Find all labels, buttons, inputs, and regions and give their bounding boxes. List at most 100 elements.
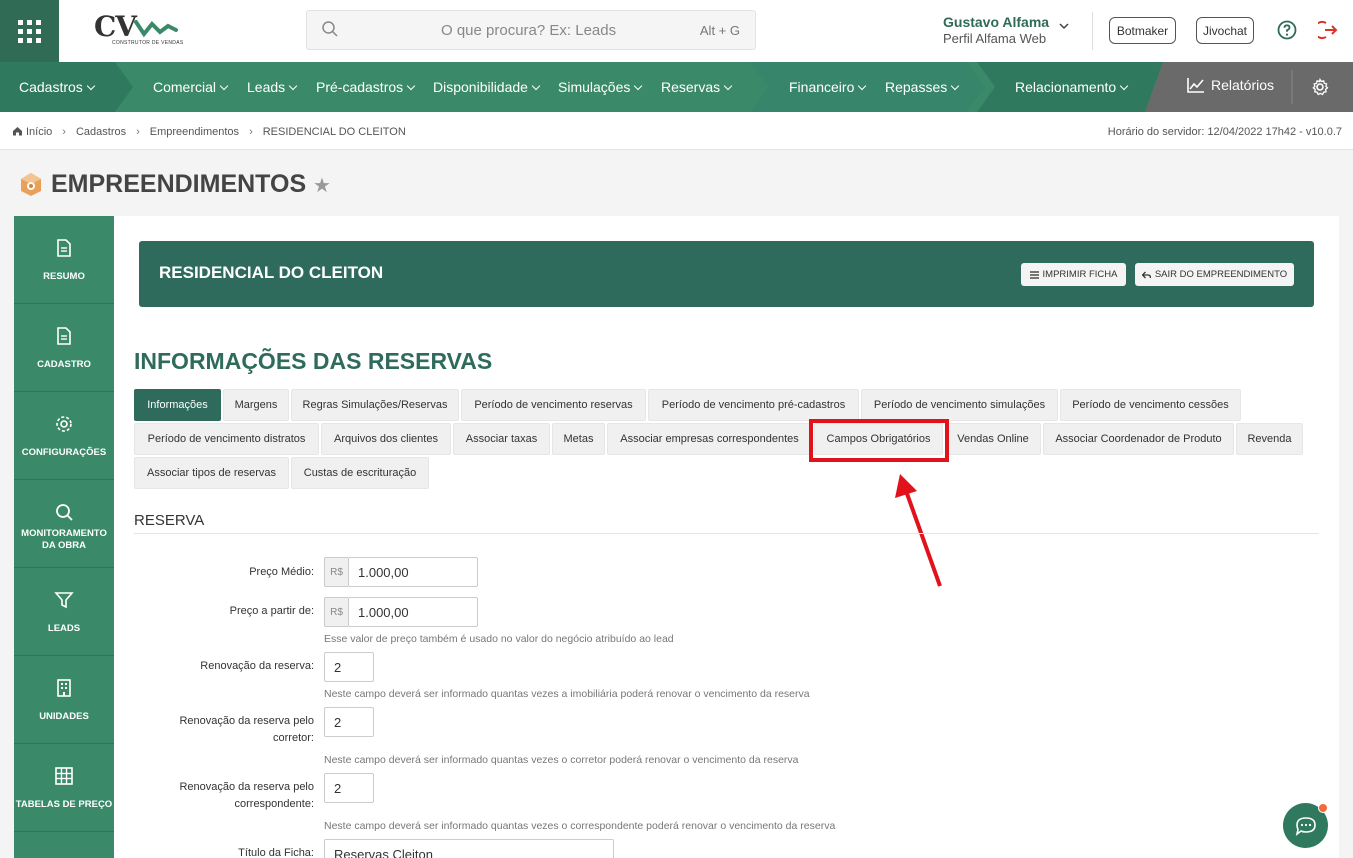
- tab-vencimento-pre-cadastros[interactable]: Período de vencimento pré-cadastros: [648, 389, 859, 421]
- chevron-down-icon: [406, 81, 416, 91]
- nav-simulacoes[interactable]: Simulações: [558, 79, 643, 95]
- renovacao-corretor-label-line2: corretor:: [273, 732, 314, 744]
- tab-informacoes[interactable]: Informações: [134, 389, 221, 421]
- chevron-down-icon: [288, 81, 298, 91]
- funnel-icon: [54, 592, 74, 609]
- help-icon[interactable]: [1277, 20, 1297, 40]
- tab-regras-simulacoes[interactable]: Regras Simulações/Reservas: [291, 389, 459, 421]
- breadcrumb-separator: ›: [136, 126, 140, 138]
- renovacao-corretor-hint: Neste campo deverá ser informado quantas…: [324, 754, 799, 766]
- botmaker-button[interactable]: Botmaker: [1109, 17, 1176, 44]
- renovacao-corretor-label: Renovação da reserva pelo corretor:: [124, 713, 314, 747]
- nav-leads[interactable]: Leads: [247, 79, 298, 95]
- tab-vencimento-cessoes[interactable]: Período de vencimento cessões: [1060, 389, 1241, 421]
- sidebar-item-label: TABELAS DE PREÇO: [15, 799, 113, 810]
- divider: [134, 533, 1319, 534]
- project-title: RESIDENCIAL DO CLEITON: [159, 263, 384, 282]
- tab-associar-taxas[interactable]: Associar taxas: [453, 423, 550, 455]
- server-time: Horário do servidor: 12/04/2022 17h42 - …: [1107, 126, 1342, 138]
- renovacao-input[interactable]: [324, 652, 374, 682]
- nav-cadastros[interactable]: Cadastros: [19, 79, 96, 95]
- sidebar-item-monitoramento[interactable]: MONITORAMENTO DA OBRA: [14, 480, 114, 568]
- renovacao-correspondente-label: Renovação da reserva pelo correspondente…: [124, 779, 314, 813]
- user-profile: Perfil Alfama Web: [943, 31, 1047, 46]
- nav-repasses[interactable]: Repasses: [885, 79, 960, 95]
- building-icon: [21, 173, 41, 196]
- tab-associar-tipos-reservas[interactable]: Associar tipos de reservas: [134, 457, 289, 489]
- sidebar-item-cadastro[interactable]: CADASTRO: [14, 304, 114, 392]
- tab-vencimento-reservas[interactable]: Período de vencimento reservas: [461, 389, 646, 421]
- tab-vencimento-simulacoes[interactable]: Período de vencimento simulações: [861, 389, 1058, 421]
- preco-partir-label: Preço a partir de:: [229, 605, 314, 617]
- tab-associar-coordenador[interactable]: Associar Coordenador de Produto: [1043, 423, 1234, 455]
- nav-disponibilidade-label: Disponibilidade: [433, 79, 528, 95]
- breadcrumb-separator: ›: [249, 126, 253, 138]
- breadcrumb: Início › Cadastros › Empreendimentos › RESIDEN…: [12, 126, 406, 138]
- tab-vendas-online[interactable]: Vendas Online: [945, 423, 1041, 455]
- preco-medio-input[interactable]: [348, 557, 478, 587]
- nav-pre-cadastros[interactable]: Pré-cadastros: [316, 79, 416, 95]
- tab-custas-escrituracao[interactable]: Custas de escrituração: [291, 457, 429, 489]
- breadcrumb-home[interactable]: Início: [26, 126, 52, 138]
- tab-arquivos-clientes[interactable]: Arquivos dos clientes: [321, 423, 451, 455]
- sidebar-item-tabelas-preco[interactable]: TABELAS DE PREÇO: [14, 744, 114, 832]
- sidebar: RESUMO CADASTRO CONFIGURAÇÕES MONITORAME…: [14, 216, 114, 858]
- tab-revenda[interactable]: Revenda: [1236, 423, 1303, 455]
- preco-partir-input[interactable]: [348, 597, 478, 627]
- sidebar-item-label: CADASTRO: [37, 359, 91, 370]
- chevron-down-icon: [531, 81, 541, 91]
- search-input[interactable]: O que procura? Ex: Leads Alt + G: [306, 10, 756, 50]
- sidebar-item-label: RESUMO: [43, 271, 85, 282]
- form-section-title: RESERVA: [134, 512, 205, 529]
- project-banner: RESIDENCIAL DO CLEITON IMPRIMIR FICHA SA…: [139, 241, 1314, 307]
- sidebar-item-configuracoes[interactable]: CONFIGURAÇÕES: [14, 392, 114, 480]
- print-button[interactable]: IMPRIMIR FICHA: [1021, 263, 1126, 286]
- nav-cadastros-label: Cadastros: [19, 79, 83, 95]
- sidebar-item-label: CONFIGURAÇÕES: [21, 447, 107, 458]
- cv-logo[interactable]: CV CONSTRUTOR DE VENDAS: [92, 10, 192, 50]
- nav-relatorios[interactable]: Relatórios: [1187, 77, 1274, 93]
- sidebar-item-unidades[interactable]: UNIDADES: [14, 656, 114, 744]
- star-icon[interactable]: ★: [313, 173, 331, 198]
- sidebar-item-label: UNIDADES: [39, 711, 89, 722]
- nav-relacionamento[interactable]: Relacionamento: [1015, 79, 1129, 95]
- nav-financeiro[interactable]: Financeiro: [789, 79, 867, 95]
- top-bar: CV CONSTRUTOR DE VENDAS O que procura? E…: [0, 0, 1353, 62]
- home-icon: [13, 127, 22, 136]
- nav-comercial[interactable]: Comercial: [153, 79, 229, 95]
- chevron-down-icon: [723, 81, 733, 91]
- breadcrumb-separator: ›: [62, 126, 66, 138]
- chevron-down-icon: [858, 81, 867, 91]
- sidebar-item-label: MONITORAMENTO DA OBRA: [21, 528, 107, 551]
- renovacao-correspondente-input[interactable]: [324, 773, 374, 803]
- apps-menu-button[interactable]: [0, 0, 59, 62]
- jivochat-button[interactable]: Jivochat: [1196, 17, 1254, 44]
- nav-financeiro-label: Financeiro: [789, 79, 855, 95]
- sidebar-item-leads[interactable]: LEADS: [14, 568, 114, 656]
- tab-associar-empresas[interactable]: Associar empresas correspondentes: [607, 423, 812, 455]
- tab-vencimento-distratos[interactable]: Período de vencimento distratos: [134, 423, 319, 455]
- tab-metas[interactable]: Metas: [552, 423, 605, 455]
- breadcrumb-empreendimentos[interactable]: Empreendimentos: [150, 126, 239, 138]
- tab-margens[interactable]: Margens: [223, 389, 289, 421]
- exit-project-button[interactable]: SAIR DO EMPREENDIMENTO: [1135, 263, 1294, 286]
- logout-icon[interactable]: [1318, 19, 1340, 41]
- main-nav: Cadastros Comercial Leads Pré-cadastros …: [0, 62, 1353, 112]
- titulo-ficha-input[interactable]: [324, 839, 614, 858]
- sidebar-item-label: LEADS: [47, 623, 81, 634]
- annotation-highlight-box: [809, 419, 949, 462]
- reply-icon: [1141, 271, 1151, 278]
- grid-icon: [18, 19, 41, 43]
- divider: [1092, 12, 1093, 50]
- logo-wave-icon: [134, 20, 178, 38]
- breadcrumb-cadastros[interactable]: Cadastros: [76, 126, 126, 138]
- user-menu[interactable]: Gustavo Alfama Perfil Alfama Web: [943, 14, 1049, 46]
- building-icon: [57, 679, 71, 697]
- nav-disponibilidade[interactable]: Disponibilidade: [433, 79, 541, 95]
- nav-reservas[interactable]: Reservas: [661, 79, 733, 95]
- user-name: Gustavo Alfama: [943, 14, 1050, 30]
- chevron-down-icon[interactable]: [1058, 22, 1070, 30]
- renovacao-corretor-input[interactable]: [324, 707, 374, 737]
- sidebar-item-resumo[interactable]: RESUMO: [14, 216, 114, 304]
- gear-icon[interactable]: [1311, 78, 1329, 96]
